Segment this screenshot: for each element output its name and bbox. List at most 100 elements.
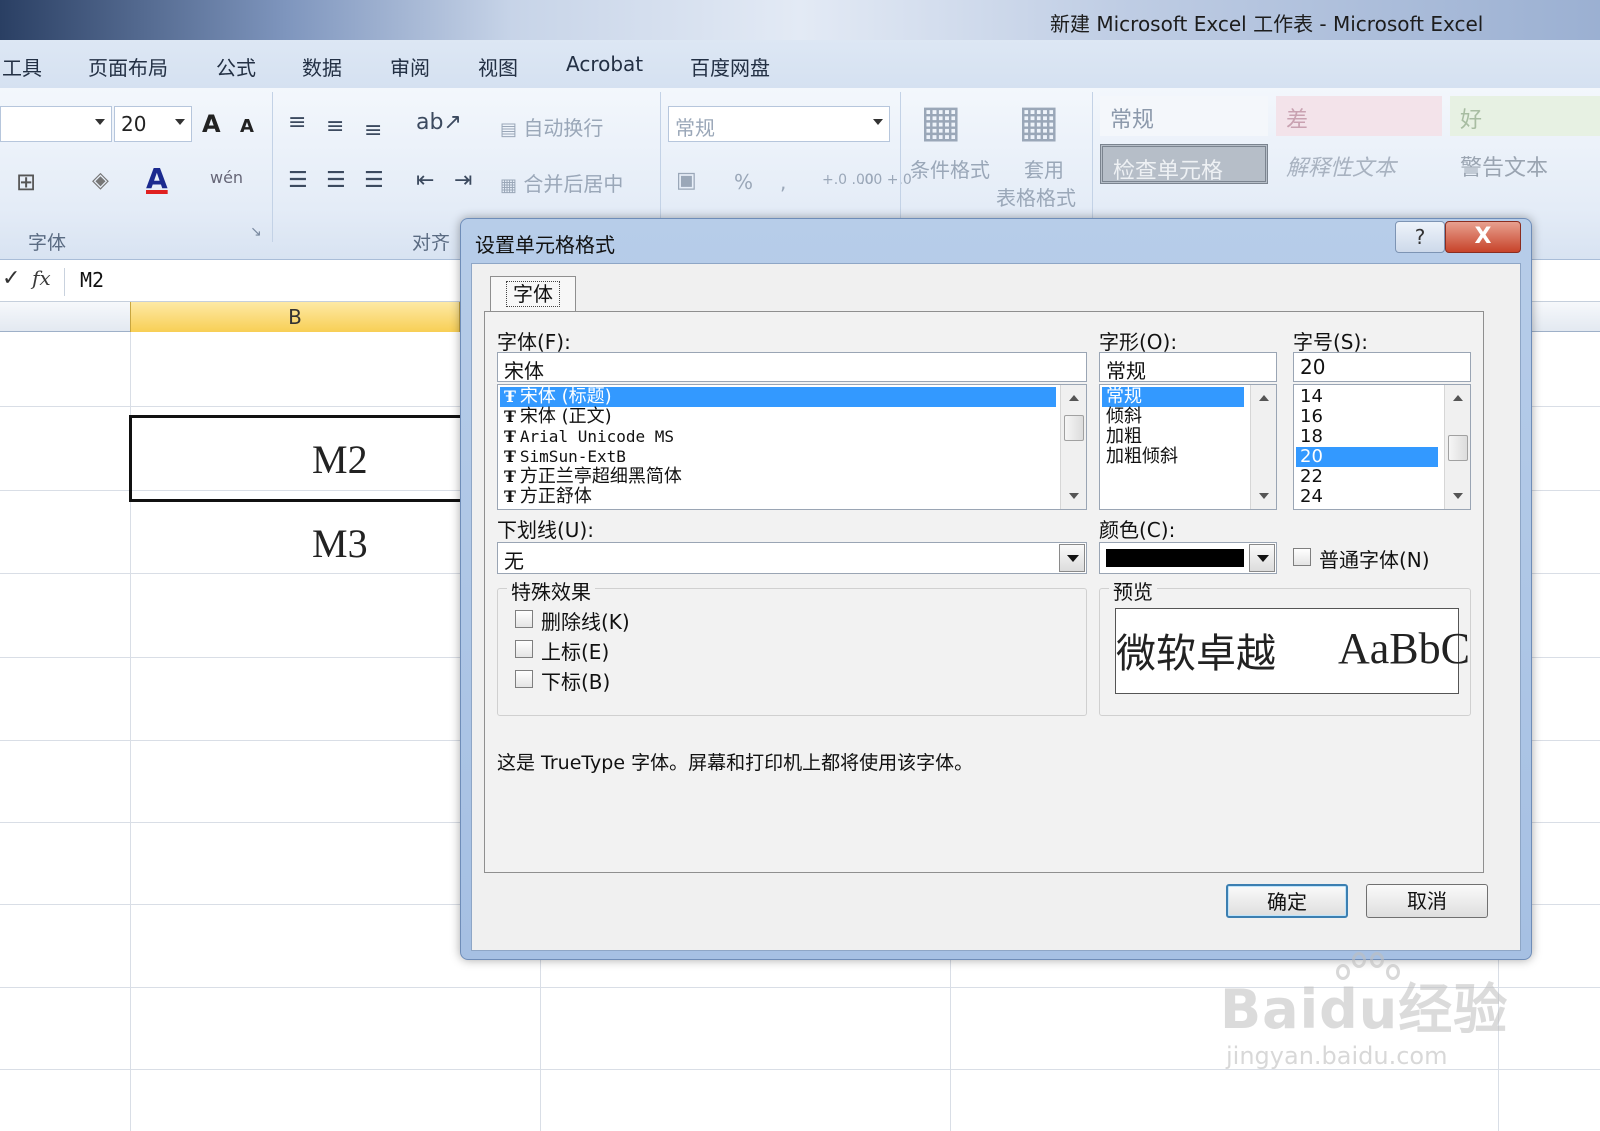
size-list-item[interactable]: 14: [1296, 387, 1323, 407]
style-list-item[interactable]: 常规: [1102, 387, 1244, 407]
color-select[interactable]: [1099, 542, 1277, 574]
style-list-item[interactable]: 倾斜: [1102, 407, 1142, 427]
style-good[interactable]: 好: [1450, 96, 1600, 136]
underline-value: 无: [504, 549, 524, 573]
format-as-table-label[interactable]: 表格格式: [996, 182, 1076, 211]
tab-page-layout[interactable]: 页面布局: [88, 52, 168, 81]
orientation-icon[interactable]: ab↗: [416, 110, 462, 135]
superscript-checkbox[interactable]: [515, 640, 533, 658]
enter-check-icon[interactable]: ✓: [2, 266, 20, 291]
color-dropdown-icon[interactable]: [1249, 544, 1275, 572]
insert-function-icon[interactable]: fx: [32, 266, 51, 290]
font-list-item[interactable]: Ŧ SimSun-ExtB: [500, 447, 626, 467]
font-style-list[interactable]: 常规 倾斜 加粗 加粗倾斜: [1099, 384, 1277, 510]
shrink-font-icon[interactable]: A: [240, 116, 254, 137]
tab-review[interactable]: 审阅: [390, 52, 430, 81]
wrap-text-button[interactable]: ▤ 自动换行: [500, 112, 603, 141]
style-list-scrollbar[interactable]: [1250, 385, 1276, 509]
cell-b3-text: M3: [312, 521, 368, 566]
tab-view[interactable]: 视图: [478, 52, 518, 81]
size-list-scrollbar[interactable]: [1444, 385, 1470, 509]
font-color-icon[interactable]: A: [146, 162, 168, 195]
percent-button[interactable]: %: [734, 170, 753, 194]
decrease-indent-icon[interactable]: ⇤: [416, 168, 434, 193]
tab-formulas[interactable]: 公式: [216, 52, 256, 81]
size-list-item[interactable]: 18: [1296, 427, 1323, 447]
cancel-button[interactable]: 取消: [1366, 884, 1488, 918]
align-right-icon[interactable]: ☰: [364, 168, 384, 193]
align-left-icon[interactable]: ☰: [288, 168, 308, 193]
font-group-label: 字体: [28, 232, 67, 254]
tab-data[interactable]: 数据: [302, 52, 342, 81]
number-format-combo[interactable]: 常规: [668, 106, 890, 142]
help-button[interactable]: ?: [1395, 221, 1445, 253]
tab-baidu-netdisk[interactable]: 百度网盘: [690, 52, 770, 81]
font-size-list[interactable]: 14 16 18 20 22 24: [1293, 384, 1471, 510]
strikethrough-label: 删除线(K): [541, 610, 630, 634]
normal-font-checkbox[interactable]: [1293, 548, 1311, 566]
format-as-table-top-label[interactable]: 套用: [1024, 154, 1064, 183]
style-bad[interactable]: 差: [1276, 96, 1442, 136]
fill-color-icon[interactable]: ◈: [92, 168, 109, 193]
dialog-body: 字体 字体(F): 宋体 Ŧ 宋体 (标题) Ŧ 宋体 (正文) Ŧ Arial Un…: [471, 263, 1521, 951]
strikethrough-checkbox[interactable]: [515, 610, 533, 628]
size-list-item[interactable]: 24: [1296, 487, 1323, 507]
underline-dropdown-icon[interactable]: [1059, 544, 1085, 572]
merge-center-button[interactable]: ▦ 合并后居中: [500, 168, 623, 197]
subscript-checkbox[interactable]: [515, 670, 533, 688]
ribbon-tabs: 工具 页面布局 公式 数据 审阅 视图 Acrobat 百度网盘: [0, 40, 1600, 88]
accounting-format-icon[interactable]: ▣: [676, 168, 697, 193]
font-size-value: 20: [121, 112, 147, 136]
close-button[interactable]: X: [1445, 221, 1521, 253]
grow-font-icon[interactable]: A: [202, 110, 221, 138]
tab-acrobat[interactable]: Acrobat: [566, 52, 643, 76]
style-check-cell[interactable]: 检查单元格: [1100, 144, 1268, 184]
font-list-item[interactable]: Ŧ 方正兰亭超细黑简体: [500, 467, 682, 487]
size-list-item[interactable]: 16: [1296, 407, 1323, 427]
font-name-combo[interactable]: [0, 106, 112, 142]
style-list-item[interactable]: 加粗: [1102, 427, 1142, 447]
font-size-input[interactable]: 20: [1293, 352, 1471, 382]
formula-input[interactable]: M2: [80, 268, 104, 292]
style-warning[interactable]: 警告文本: [1450, 144, 1600, 184]
align-center-icon[interactable]: ☰: [326, 168, 346, 193]
font-list-item[interactable]: Ŧ Arial Unicode MS: [500, 427, 674, 447]
font-list-item[interactable]: Ŧ 宋体 (标题): [500, 387, 1056, 407]
font-size-combo[interactable]: 20: [114, 106, 192, 142]
style-explanatory[interactable]: 解释性文本: [1276, 144, 1442, 184]
style-list-item[interactable]: 加粗倾斜: [1102, 447, 1178, 467]
baidu-watermark: Baidu经验 jingyan.baidu.com: [1220, 950, 1520, 1090]
dialog-title: 设置单元格格式: [475, 233, 615, 257]
conditional-format-icon[interactable]: ▦: [920, 96, 962, 147]
font-size-label: 字号(S):: [1293, 330, 1369, 354]
underline-select[interactable]: 无: [497, 542, 1087, 574]
ok-button[interactable]: 确定: [1226, 884, 1348, 918]
size-list-item[interactable]: 22: [1296, 467, 1323, 487]
comma-button[interactable]: ,: [780, 170, 786, 194]
align-bottom-icon[interactable]: ≡: [364, 118, 382, 143]
conditional-format-label[interactable]: 条件格式: [910, 154, 990, 183]
font-name-input[interactable]: 宋体: [497, 352, 1087, 383]
tab-font[interactable]: 字体: [490, 276, 576, 312]
font-name-list[interactable]: Ŧ 宋体 (标题) Ŧ 宋体 (正文) Ŧ Arial Unicode MS Ŧ Sim…: [497, 384, 1087, 510]
phonetic-icon[interactable]: wén: [210, 168, 243, 187]
size-list-item[interactable]: 20: [1296, 447, 1438, 467]
tab-tools[interactable]: 工具: [2, 52, 42, 81]
font-list-scrollbar[interactable]: [1060, 385, 1086, 509]
font-style-input[interactable]: 常规: [1099, 352, 1277, 383]
decrease-decimal-button[interactable]: .00 +.0: [860, 172, 912, 188]
format-as-table-icon[interactable]: ▦: [1018, 96, 1060, 147]
font-list-item[interactable]: Ŧ 宋体 (正文): [500, 407, 612, 427]
superscript-label: 上标(E): [541, 640, 610, 664]
style-normal[interactable]: 常规: [1100, 96, 1268, 136]
cell-b2-selected[interactable]: [129, 415, 469, 502]
font-label: 字体(F):: [497, 330, 571, 354]
font-dialog-launcher-icon[interactable]: ↘: [250, 224, 262, 240]
align-top-icon[interactable]: ≡: [288, 110, 306, 135]
increase-indent-icon[interactable]: ⇥: [454, 168, 472, 193]
borders-icon[interactable]: ⊞: [16, 168, 36, 196]
subscript-label: 下标(B): [541, 670, 611, 694]
column-header-b[interactable]: B: [130, 302, 460, 332]
align-middle-icon[interactable]: ≡: [326, 114, 344, 139]
font-list-item[interactable]: Ŧ 方正舒体: [500, 487, 592, 507]
